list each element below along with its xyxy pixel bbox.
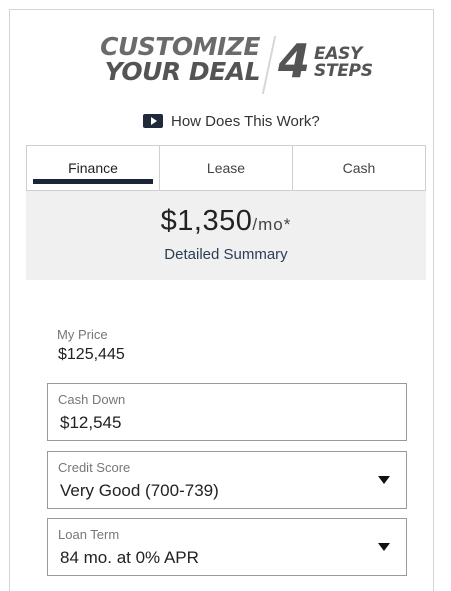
loan-term-select[interactable]: Loan Term 84 mo. at 0% APR bbox=[47, 518, 407, 576]
tab-cash[interactable]: Cash bbox=[292, 145, 426, 191]
logo-text-left: CUSTOMIZE YOUR DEAL bbox=[80, 34, 260, 84]
tab-lease-label: Lease bbox=[206, 160, 246, 176]
how-link-label: How Does This Work? bbox=[171, 112, 320, 130]
credit-score-select[interactable]: Credit Score Very Good (700-739) bbox=[47, 451, 407, 509]
logo-line1: CUSTOMIZE bbox=[100, 32, 260, 61]
my-price-value: $125,445 bbox=[58, 346, 125, 363]
deal-panel: CUSTOMIZE YOUR DEAL 4 EASY STEPS How Doe… bbox=[9, 9, 434, 591]
loan-term-label: Loan Term bbox=[58, 527, 120, 542]
monthly-amount: $1,350 bbox=[160, 205, 253, 237]
tab-finance[interactable]: Finance bbox=[26, 145, 160, 191]
active-tab-indicator bbox=[33, 179, 153, 184]
my-price-label: My Price bbox=[57, 327, 108, 342]
tab-lease[interactable]: Lease bbox=[159, 145, 293, 191]
tab-finance-label: Finance bbox=[68, 160, 118, 176]
logo-word2: STEPS bbox=[314, 61, 373, 81]
customize-your-deal-logo: CUSTOMIZE YOUR DEAL 4 EASY STEPS bbox=[80, 34, 390, 100]
logo-line2: YOUR DEAL bbox=[104, 57, 261, 86]
detailed-summary-link[interactable]: Detailed Summary bbox=[26, 246, 426, 263]
chevron-down-icon bbox=[378, 543, 390, 551]
logo-divider bbox=[261, 36, 277, 94]
monthly-payment: $1,350/mo* bbox=[26, 205, 426, 238]
cash-down-value: $12,545 bbox=[60, 413, 122, 432]
logo-number: 4 bbox=[278, 34, 311, 88]
how-does-this-work-link[interactable]: How Does This Work? bbox=[143, 111, 320, 131]
loan-term-value: 84 mo. at 0% APR bbox=[60, 548, 199, 567]
payment-type-tabs: Finance Lease Cash bbox=[26, 145, 426, 191]
tab-cash-label: Cash bbox=[342, 160, 376, 176]
chevron-down-icon bbox=[378, 476, 390, 484]
credit-score-value: Very Good (700-739) bbox=[60, 481, 219, 500]
monthly-unit: /mo* bbox=[252, 215, 292, 234]
cash-down-field[interactable]: Cash Down $12,545 bbox=[47, 383, 407, 441]
play-icon bbox=[143, 114, 163, 128]
logo-text-right: EASY STEPS bbox=[314, 46, 373, 80]
cash-down-label: Cash Down bbox=[58, 392, 126, 407]
credit-score-label: Credit Score bbox=[58, 460, 131, 475]
payment-summary: $1,350/mo* Detailed Summary bbox=[26, 191, 426, 280]
